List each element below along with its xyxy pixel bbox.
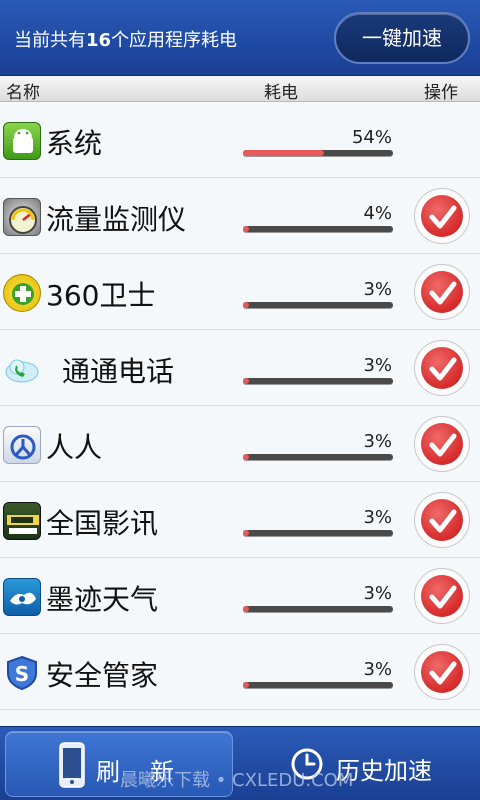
list-item: 人人 3% — [0, 406, 480, 482]
app-name: 墨迹天气 — [46, 583, 159, 616]
list-item: S 安全管家 3% — [0, 634, 480, 710]
usage-bar — [243, 378, 393, 384]
usage-bar-fill — [243, 302, 249, 308]
stop-app-check-button[interactable] — [414, 416, 470, 472]
usage-bar-fill — [243, 150, 324, 156]
360-plus-icon — [3, 274, 41, 312]
stop-app-check-button[interactable] — [414, 264, 470, 320]
usage-bar-fill — [243, 378, 249, 384]
check-icon — [429, 357, 457, 381]
app-name: 通通电话 — [62, 355, 175, 388]
usage-bar-fill — [243, 530, 249, 536]
app-name: 360卫士 — [46, 279, 156, 312]
app-name: 系统 — [46, 127, 103, 160]
one-click-boost-button[interactable]: 一键加速 — [334, 12, 470, 64]
check-icon — [429, 509, 457, 533]
moji-weather-icon — [3, 578, 41, 616]
column-action: 操作 — [424, 83, 458, 103]
usage-bar-fill — [243, 682, 249, 688]
watermark-text: 晨曦乐下载 • CXLEDU.COM — [120, 770, 354, 791]
summary-suffix: 个应用程序耗电 — [111, 30, 238, 51]
svg-text:S: S — [15, 662, 29, 686]
list-item: 系统 54% — [0, 102, 480, 178]
check-icon — [429, 433, 457, 457]
usage-bar — [243, 226, 393, 232]
usage-bar — [243, 530, 393, 536]
check-icon — [429, 585, 457, 609]
stop-app-check-button[interactable] — [414, 568, 470, 624]
usage-percent: 3% — [363, 355, 392, 376]
stop-app-check-button[interactable] — [414, 340, 470, 396]
app-name: 人人 — [46, 431, 103, 464]
stop-app-check-button[interactable] — [414, 644, 470, 700]
mtime-icon — [3, 502, 41, 540]
stop-app-check-button[interactable] — [414, 188, 470, 244]
check-icon — [429, 205, 457, 229]
usage-bar — [243, 150, 393, 156]
speedometer-icon — [3, 198, 41, 236]
app-list: 系统 54% 流量监测仪 4% 360卫士 3% 通通电话 3% 人人 3% 全… — [0, 102, 480, 726]
list-item — [0, 710, 480, 726]
usage-percent: 3% — [363, 431, 392, 452]
check-icon — [429, 661, 457, 685]
usage-percent: 3% — [363, 583, 392, 604]
usage-bar-fill — [243, 226, 249, 232]
usage-percent: 3% — [363, 507, 392, 528]
shield-s-icon: S — [3, 654, 41, 692]
top-bar: 当前共有16个应用程序耗电 一键加速 — [0, 0, 480, 76]
list-item: 通通电话 3% — [0, 330, 480, 406]
usage-bar — [243, 682, 393, 688]
list-item: 流量监测仪 4% — [0, 178, 480, 254]
list-item: 墨迹天气 3% — [0, 558, 480, 634]
android-system-icon — [3, 122, 41, 160]
usage-bar — [243, 606, 393, 612]
renren-icon — [3, 426, 41, 464]
usage-bar-fill — [243, 454, 249, 460]
phone-icon — [59, 742, 85, 788]
column-power: 耗电 — [264, 83, 298, 103]
cloud-phone-icon — [3, 350, 41, 388]
app-name: 全国影讯 — [46, 507, 159, 540]
usage-percent: 3% — [363, 659, 392, 680]
list-item: 360卫士 3% — [0, 254, 480, 330]
app-count-summary: 当前共有16个应用程序耗电 — [14, 26, 237, 52]
column-name: 名称 — [6, 83, 40, 103]
app-count: 16 — [86, 30, 112, 51]
app-name: 流量监测仪 — [46, 203, 187, 236]
usage-bar — [243, 302, 393, 308]
column-header: 名称 耗电 操作 — [0, 76, 480, 103]
usage-percent: 4% — [363, 203, 392, 224]
usage-bar — [243, 454, 393, 460]
usage-percent: 54% — [351, 127, 392, 148]
usage-bar-fill — [243, 606, 249, 612]
app-name: 安全管家 — [46, 659, 159, 692]
usage-percent: 3% — [363, 279, 392, 300]
summary-prefix: 当前共有 — [14, 30, 86, 51]
stop-app-check-button[interactable] — [414, 492, 470, 548]
check-icon — [429, 281, 457, 305]
list-item: 全国影讯 3% — [0, 482, 480, 558]
